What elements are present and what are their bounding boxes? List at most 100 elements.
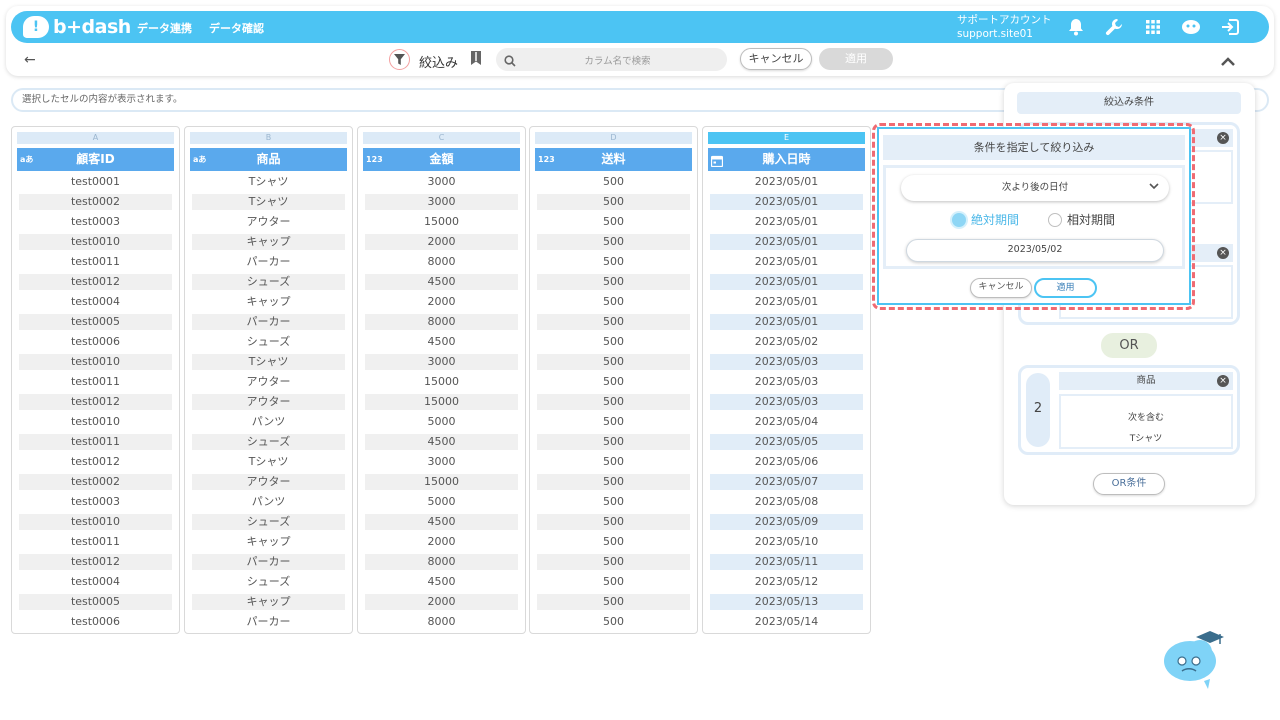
table-cell[interactable]: test0011 bbox=[19, 534, 172, 550]
table-cell[interactable]: 2023/05/10 bbox=[710, 534, 863, 550]
table-cell[interactable]: 2000 bbox=[365, 594, 518, 610]
nav-data-integration[interactable]: データ連携 bbox=[137, 20, 192, 36]
table-cell[interactable]: 500 bbox=[537, 454, 690, 470]
table-cell[interactable]: 2023/05/01 bbox=[710, 274, 863, 290]
table-cell[interactable]: 500 bbox=[537, 494, 690, 510]
close-icon[interactable]: × bbox=[1217, 132, 1229, 144]
table-cell[interactable]: test0004 bbox=[19, 574, 172, 590]
table-cell[interactable]: Tシャツ bbox=[192, 354, 345, 370]
table-cell[interactable]: 500 bbox=[537, 354, 690, 370]
filter-label[interactable]: 絞込み bbox=[419, 52, 458, 71]
table-cell[interactable]: 2023/05/14 bbox=[710, 614, 863, 630]
condition-select[interactable]: 次より後の日付 bbox=[901, 175, 1169, 201]
table-cell[interactable]: 2023/05/09 bbox=[710, 514, 863, 530]
condition-body[interactable]: 次を含む Tシャツ bbox=[1059, 394, 1233, 449]
table-cell[interactable]: test0002 bbox=[19, 474, 172, 490]
apply-button[interactable]: 適用 bbox=[819, 48, 893, 70]
table-cell[interactable]: 4500 bbox=[365, 274, 518, 290]
table-cell[interactable]: 2023/05/03 bbox=[710, 354, 863, 370]
table-cell[interactable]: 8000 bbox=[365, 254, 518, 270]
bookmark-icon[interactable] bbox=[470, 51, 482, 70]
column-header[interactable]: 123 送料 bbox=[535, 148, 692, 171]
table-cell[interactable]: test0010 bbox=[19, 414, 172, 430]
table-cell[interactable]: パンツ bbox=[192, 494, 345, 510]
column-header[interactable]: 購入日時 bbox=[708, 148, 865, 171]
table-cell[interactable]: キャップ bbox=[192, 294, 345, 310]
table-cell[interactable]: 2023/05/02 bbox=[710, 334, 863, 350]
column-header[interactable]: aあ 商品 bbox=[190, 148, 347, 171]
popup-cancel-button[interactable]: キャンセル bbox=[970, 278, 1032, 298]
table-cell[interactable]: 500 bbox=[537, 334, 690, 350]
column-letter[interactable]: B bbox=[190, 132, 347, 144]
table-cell[interactable]: test0012 bbox=[19, 274, 172, 290]
table-cell[interactable]: Tシャツ bbox=[192, 454, 345, 470]
table-cell[interactable]: 2023/05/03 bbox=[710, 374, 863, 390]
table-cell[interactable]: 2023/05/03 bbox=[710, 394, 863, 410]
table-cell[interactable]: test0005 bbox=[19, 594, 172, 610]
table-cell[interactable]: 500 bbox=[537, 594, 690, 610]
cancel-button[interactable]: キャンセル bbox=[740, 48, 812, 70]
table-cell[interactable]: 4500 bbox=[365, 434, 518, 450]
column-search-input[interactable]: カラム名で検索 bbox=[496, 48, 727, 71]
table-cell[interactable]: Tシャツ bbox=[192, 174, 345, 190]
table-cell[interactable]: test0004 bbox=[19, 294, 172, 310]
assistant-icon[interactable] bbox=[1180, 16, 1202, 38]
table-cell[interactable]: 500 bbox=[537, 374, 690, 390]
wrench-icon[interactable] bbox=[1103, 16, 1125, 38]
table-cell[interactable]: 500 bbox=[537, 314, 690, 330]
table-cell[interactable]: test0010 bbox=[19, 234, 172, 250]
radio-relative[interactable]: 相対期間 bbox=[1048, 211, 1115, 228]
table-cell[interactable]: 2023/05/08 bbox=[710, 494, 863, 510]
filter-icon[interactable] bbox=[389, 49, 410, 70]
table-cell[interactable]: パーカー bbox=[192, 614, 345, 630]
table-cell[interactable]: パーカー bbox=[192, 314, 345, 330]
table-cell[interactable]: 2023/05/11 bbox=[710, 554, 863, 570]
table-cell[interactable]: 2000 bbox=[365, 534, 518, 550]
table-cell[interactable]: 8000 bbox=[365, 314, 518, 330]
table-cell[interactable]: 500 bbox=[537, 214, 690, 230]
table-cell[interactable]: 3000 bbox=[365, 354, 518, 370]
table-cell[interactable]: test0001 bbox=[19, 174, 172, 190]
table-cell[interactable]: シューズ bbox=[192, 574, 345, 590]
table-cell[interactable]: 5000 bbox=[365, 414, 518, 430]
popup-apply-button[interactable]: 適用 bbox=[1034, 278, 1097, 298]
bell-icon[interactable] bbox=[1065, 16, 1087, 38]
table-cell[interactable]: 3000 bbox=[365, 174, 518, 190]
table-cell[interactable]: アウター bbox=[192, 214, 345, 230]
table-cell[interactable]: 500 bbox=[537, 474, 690, 490]
table-cell[interactable]: 15000 bbox=[365, 214, 518, 230]
table-cell[interactable]: 500 bbox=[537, 174, 690, 190]
table-cell[interactable]: 2023/05/01 bbox=[710, 214, 863, 230]
table-cell[interactable]: 5000 bbox=[365, 494, 518, 510]
table-cell[interactable]: 15000 bbox=[365, 474, 518, 490]
table-cell[interactable]: test0010 bbox=[19, 354, 172, 370]
table-cell[interactable]: 2023/05/07 bbox=[710, 474, 863, 490]
table-cell[interactable]: 2023/05/01 bbox=[710, 254, 863, 270]
table-cell[interactable]: 2023/05/01 bbox=[710, 194, 863, 210]
table-cell[interactable]: 500 bbox=[537, 414, 690, 430]
mascot-icon[interactable] bbox=[1160, 625, 1226, 691]
column-header[interactable]: 123 金額 bbox=[363, 148, 520, 171]
close-icon[interactable]: × bbox=[1217, 247, 1229, 259]
table-cell[interactable]: パーカー bbox=[192, 554, 345, 570]
table-cell[interactable]: 500 bbox=[537, 514, 690, 530]
table-cell[interactable]: 4500 bbox=[365, 514, 518, 530]
table-cell[interactable]: 2023/05/01 bbox=[710, 294, 863, 310]
table-cell[interactable]: test0002 bbox=[19, 194, 172, 210]
table-cell[interactable]: 500 bbox=[537, 534, 690, 550]
table-cell[interactable]: 2023/05/05 bbox=[710, 434, 863, 450]
column-letter[interactable]: E bbox=[708, 132, 865, 144]
column-letter[interactable]: A bbox=[17, 132, 174, 144]
table-cell[interactable]: 2023/05/01 bbox=[710, 174, 863, 190]
table-cell[interactable]: シューズ bbox=[192, 514, 345, 530]
table-cell[interactable]: アウター bbox=[192, 394, 345, 410]
table-cell[interactable]: アウター bbox=[192, 374, 345, 390]
table-cell[interactable]: test0003 bbox=[19, 214, 172, 230]
logout-icon[interactable] bbox=[1219, 16, 1241, 38]
table-cell[interactable]: パーカー bbox=[192, 254, 345, 270]
table-cell[interactable]: test0003 bbox=[19, 494, 172, 510]
radio-absolute[interactable]: 絶対期間 bbox=[952, 211, 1019, 228]
table-cell[interactable]: test0006 bbox=[19, 334, 172, 350]
table-cell[interactable]: 15000 bbox=[365, 394, 518, 410]
date-input[interactable]: 2023/05/02 bbox=[906, 239, 1164, 262]
